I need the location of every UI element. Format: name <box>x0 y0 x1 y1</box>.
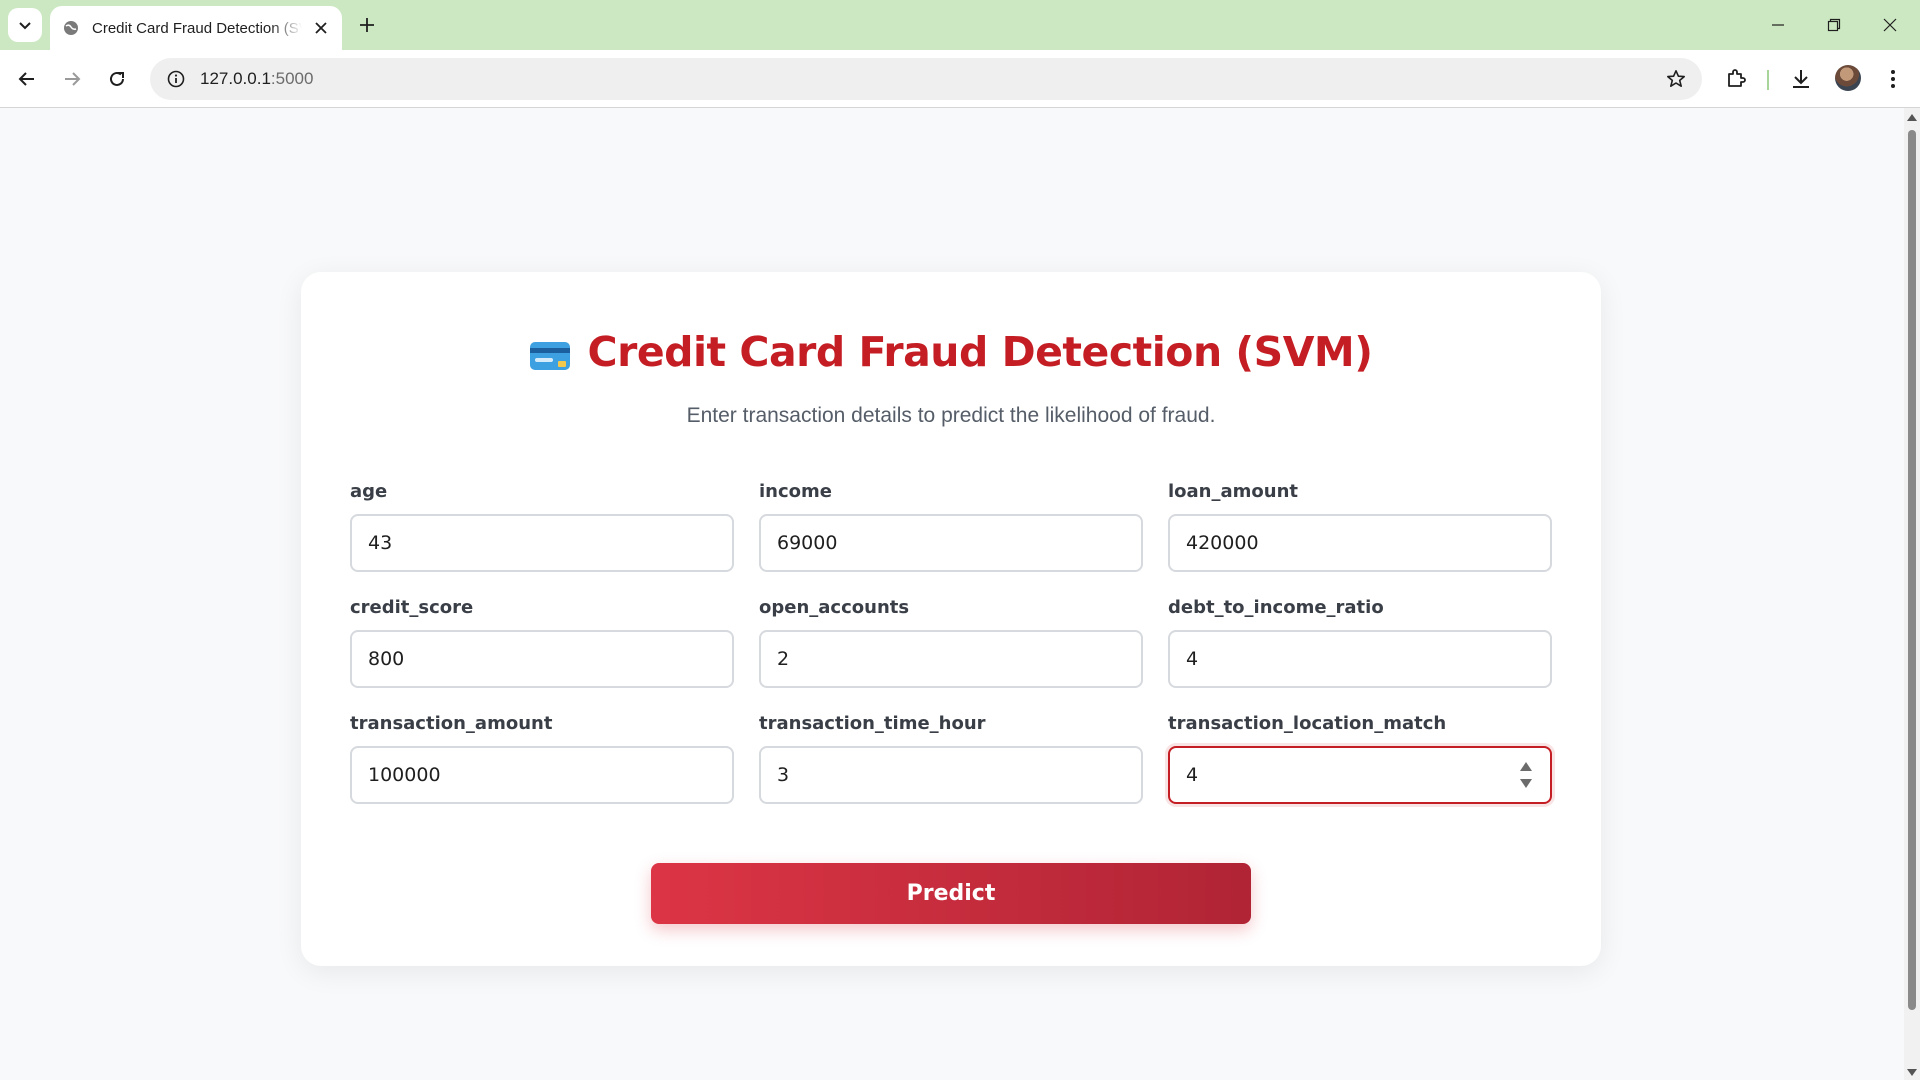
form-card: Credit Card Fraud Detection (SVM) Enter … <box>301 272 1601 966</box>
predict-button[interactable]: Predict <box>651 863 1251 924</box>
stepper-down-icon[interactable] <box>1520 779 1532 788</box>
scroll-up-icon[interactable] <box>1907 114 1917 121</box>
avatar[interactable] <box>1835 65 1861 91</box>
field-label: income <box>759 481 832 502</box>
title-row: Credit Card Fraud Detection (SVM) <box>301 328 1601 376</box>
transaction-location-match-input[interactable] <box>1168 746 1552 804</box>
browser-toolbar: 127.0.0.1:5000 <box>0 50 1920 108</box>
field-label: credit_score <box>350 597 474 618</box>
minimize-icon[interactable] <box>1750 0 1806 50</box>
page-viewport: Credit Card Fraud Detection (SVM) Enter … <box>0 108 1904 1080</box>
field-label: debt_to_income_ratio <box>1168 597 1384 618</box>
field-transaction-amount: transaction_amount <box>350 712 734 804</box>
menu-icon[interactable] <box>1876 62 1910 96</box>
extensions-icon[interactable] <box>1719 62 1753 96</box>
close-window-icon[interactable] <box>1862 0 1918 50</box>
age-input[interactable] <box>350 514 734 572</box>
restore-icon[interactable] <box>1806 0 1862 50</box>
number-stepper[interactable] <box>1520 762 1532 788</box>
scrollbar[interactable] <box>1904 108 1920 1080</box>
field-label: transaction_location_match <box>1168 713 1447 734</box>
toolbar-divider <box>1767 70 1769 90</box>
transaction-time-hour-input[interactable] <box>759 746 1143 804</box>
open-accounts-input[interactable] <box>759 630 1143 688</box>
info-icon[interactable] <box>156 58 196 100</box>
plus-icon[interactable] <box>352 10 382 40</box>
page-title: Credit Card Fraud Detection (SVM) <box>587 328 1373 376</box>
url-port: :5000 <box>270 69 314 88</box>
field-credit-score: credit_score <box>350 596 734 688</box>
address-bar[interactable]: 127.0.0.1:5000 <box>150 58 1702 100</box>
credit-card-icon <box>529 342 570 370</box>
income-input[interactable] <box>759 514 1143 572</box>
field-open-accounts: open_accounts <box>759 596 1143 688</box>
tab-strip: Credit Card Fraud Detection (SVM) <box>0 0 1920 50</box>
field-age: age <box>350 480 734 572</box>
field-loan-amount: loan_amount <box>1168 480 1552 572</box>
field-transaction-location-match: transaction_location_match <box>1168 712 1552 804</box>
field-label: loan_amount <box>1168 481 1298 502</box>
field-label: age <box>350 481 388 502</box>
scroll-down-icon[interactable] <box>1907 1069 1917 1076</box>
form-grid: age income loan_amount credit_score open… <box>350 480 1552 804</box>
field-label: transaction_time_hour <box>759 713 986 734</box>
field-label: transaction_amount <box>350 713 553 734</box>
focused-input-wrapper <box>1168 746 1552 804</box>
scroll-thumb[interactable] <box>1908 130 1916 1010</box>
field-transaction-time-hour: transaction_time_hour <box>759 712 1143 804</box>
field-label: open_accounts <box>759 597 910 618</box>
transaction-amount-input[interactable] <box>350 746 734 804</box>
url-host: 127.0.0.1 <box>200 69 271 88</box>
forward-icon[interactable] <box>55 62 89 96</box>
tab-title: Credit Card Fraud Detection (SVM) <box>92 19 302 37</box>
field-income: income <box>759 480 1143 572</box>
browser-tab[interactable]: Credit Card Fraud Detection (SVM) <box>50 6 342 50</box>
reload-icon[interactable] <box>100 62 134 96</box>
stepper-up-icon[interactable] <box>1520 762 1532 771</box>
loan-amount-input[interactable] <box>1168 514 1552 572</box>
tab-search-icon[interactable] <box>8 8 42 42</box>
url-text: 127.0.0.1:5000 <box>200 69 313 89</box>
star-icon[interactable] <box>1664 67 1688 91</box>
close-icon[interactable] <box>310 17 332 39</box>
field-debt-to-income-ratio: debt_to_income_ratio <box>1168 596 1552 688</box>
back-icon[interactable] <box>10 62 44 96</box>
page-subtitle: Enter transaction details to predict the… <box>686 404 1216 427</box>
globe-icon <box>62 19 80 37</box>
credit-score-input[interactable] <box>350 630 734 688</box>
download-icon[interactable] <box>1784 62 1818 96</box>
debt-to-income-ratio-input[interactable] <box>1168 630 1552 688</box>
